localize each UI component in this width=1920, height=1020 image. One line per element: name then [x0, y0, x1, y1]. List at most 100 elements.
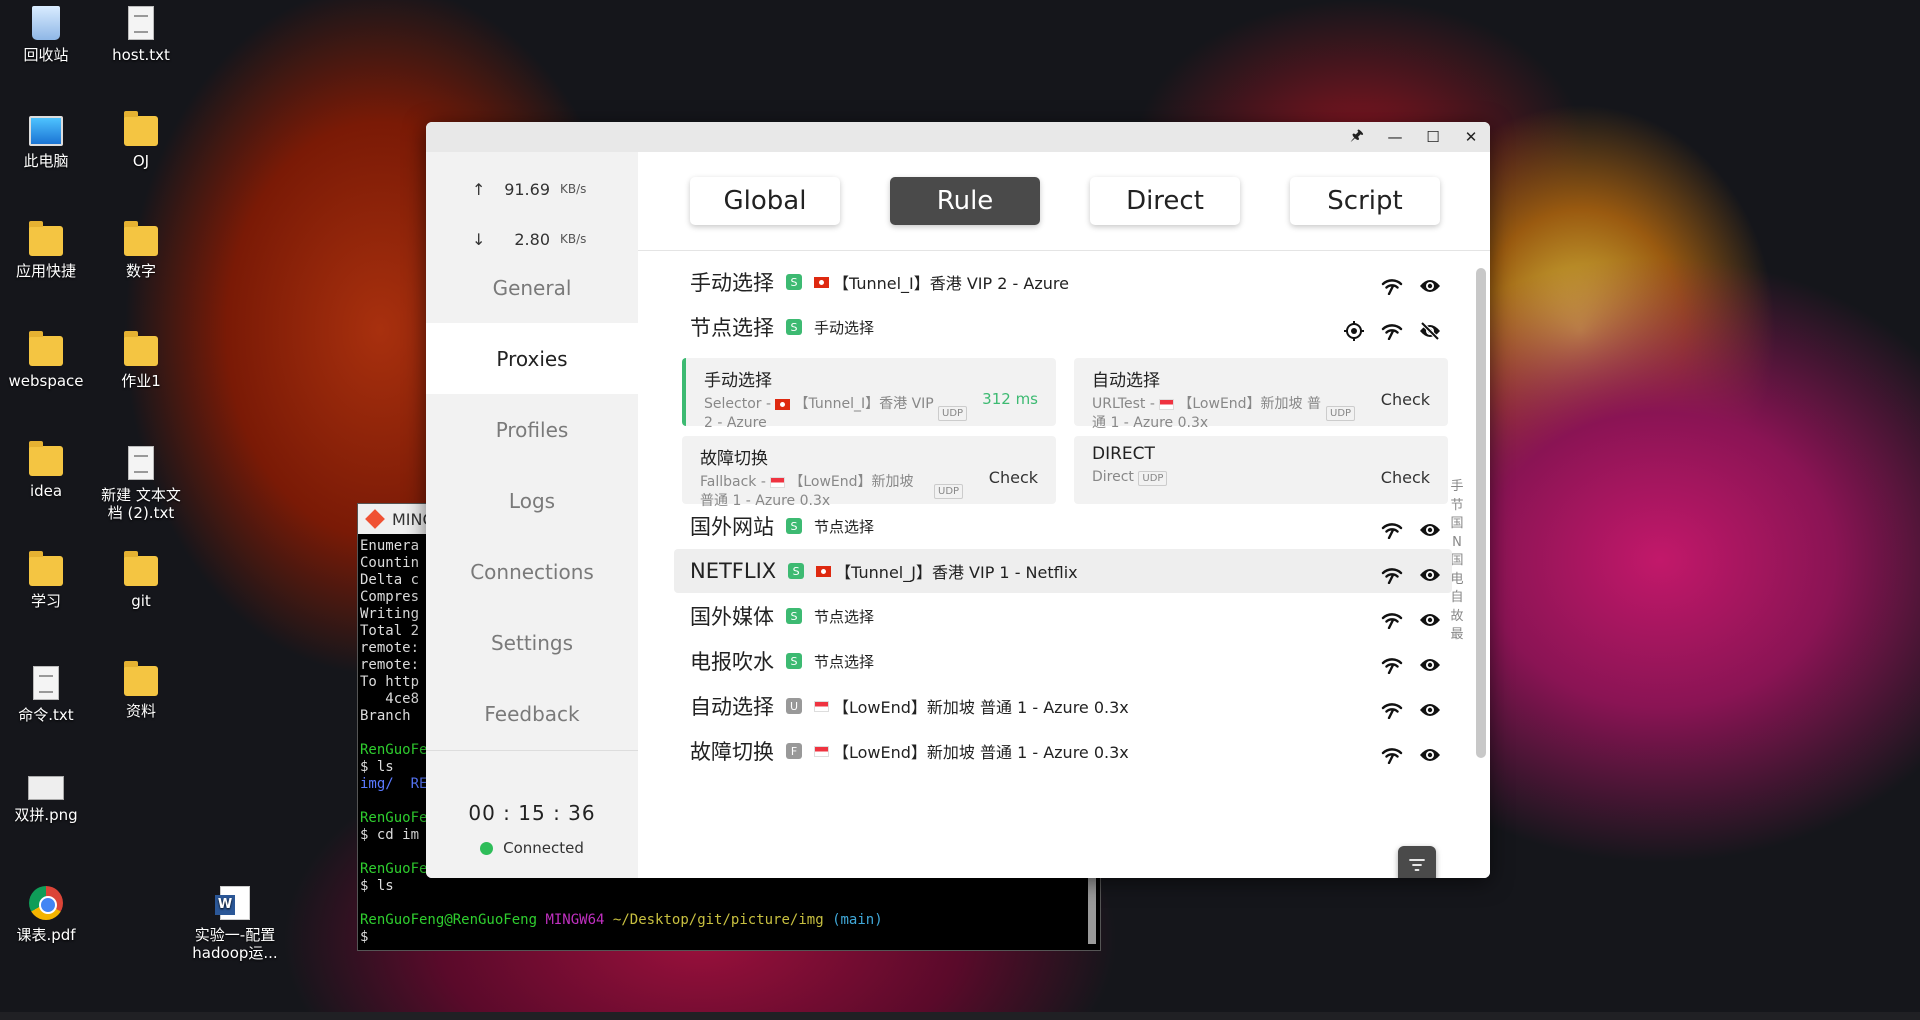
desktop-icon-label: 课表.pdf — [16, 926, 76, 944]
group-index-letter[interactable]: N — [1450, 534, 1464, 553]
group-index-letter[interactable]: 电 — [1450, 571, 1464, 590]
desktop-icon-label: 应用快捷 — [15, 262, 76, 280]
nav-item-settings[interactable]: Settings — [426, 607, 638, 678]
nav-menu: General Proxies Profiles Logs Connections Set… — [426, 252, 638, 749]
nav-item-profiles[interactable]: Profiles — [426, 394, 638, 465]
nav-item-connections[interactable]: Connections — [426, 536, 638, 607]
desktop-icon[interactable]: 作业1 — [96, 331, 186, 390]
proxy-node-card[interactable]: 故障切换 Fallback - 【LowEnd】新加坡 普通 1 - Azure … — [682, 436, 1056, 509]
group-index-letter[interactable]: 国 — [1450, 515, 1464, 534]
nav-item-feedback[interactable]: Feedback — [426, 678, 638, 749]
eye-icon[interactable] — [1418, 698, 1442, 722]
check-button[interactable]: Check — [1381, 468, 1430, 487]
group-type-badge: F — [786, 743, 802, 759]
eye-icon[interactable] — [1418, 518, 1442, 542]
proxy-node-card[interactable]: 手动选择 Selector - 【Tunnel_I】香港 VIP 2 - Azur… — [682, 358, 1056, 431]
nav-item-logs[interactable]: Logs — [426, 465, 638, 536]
eye-icon[interactable] — [1418, 563, 1442, 587]
eye-icon[interactable] — [1418, 608, 1442, 632]
hong-kong-flag-icon — [775, 398, 791, 410]
check-button[interactable]: Check — [1381, 390, 1430, 409]
group-current-node: 节点选择 — [814, 607, 875, 626]
proxy-group-row[interactable]: 节点选择 S 手动选择 — [674, 305, 1452, 349]
proxy-node-card[interactable]: 自动选择 URLTest - 【LowEnd】新加坡 普通 1 - Azure 0… — [1074, 358, 1448, 431]
proxy-group-row[interactable]: 故障切换 F 【LowEnd】新加坡 普通 1 - Azure 0.3x — [674, 729, 1452, 773]
mode-rule-button[interactable]: Rule — [890, 177, 1040, 225]
proxy-group-row[interactable]: NETFLIX S 【Tunnel_J】香港 VIP 1 - Netflix — [674, 549, 1452, 593]
card-node-type: Fallback - — [700, 474, 766, 490]
upload-unit: KB/s — [560, 182, 587, 196]
desktop-icon[interactable]: 回收站 — [1, 6, 91, 64]
eye-icon[interactable] — [1418, 743, 1442, 767]
pin-icon[interactable]: 🖈 — [1338, 122, 1376, 152]
proxy-group-row[interactable]: 国外网站 S 节点选择 — [674, 504, 1452, 548]
desktop-icon[interactable]: 资料 — [96, 661, 186, 720]
group-index-letter[interactable]: 最 — [1450, 626, 1464, 645]
desktop-icon[interactable]: git — [96, 551, 186, 610]
download-arrow-icon: ↓ — [472, 229, 486, 249]
locate-icon[interactable] — [1342, 319, 1366, 343]
group-type-badge: S — [786, 319, 802, 335]
desktop-icon[interactable]: 新建 文本文档 (2).txt — [96, 446, 186, 522]
desktop-icon[interactable]: 课表.pdf — [1, 886, 91, 944]
git-logo-icon — [365, 509, 385, 529]
group-index-letter[interactable]: 节 — [1450, 497, 1464, 516]
mode-direct-button[interactable]: Direct — [1090, 177, 1240, 225]
eye-off-icon[interactable] — [1418, 319, 1442, 343]
list-scrollbar[interactable] — [1476, 268, 1486, 758]
folder-icon — [124, 551, 158, 586]
proxy-group-row[interactable]: 国外媒体 S 节点选择 — [674, 594, 1452, 638]
proxy-group-list[interactable]: 手动选择 Selector - 【Tunnel_I】香港 VIP 2 - Azur… — [638, 252, 1490, 878]
wifi-icon[interactable] — [1380, 274, 1404, 298]
desktop-icon[interactable]: host.txt — [96, 6, 186, 64]
desktop-icon-label: 命令.txt — [18, 706, 74, 724]
window-titlebar[interactable]: 🖈 — ☐ ✕ — [426, 122, 1490, 152]
card-node-name: 手动选择 — [704, 371, 772, 391]
wifi-icon[interactable] — [1380, 518, 1404, 542]
desktop-icon[interactable]: 应用快捷 — [1, 221, 91, 280]
wifi-icon[interactable] — [1380, 698, 1404, 722]
desktop-icon[interactable]: 此电脑 — [1, 116, 91, 170]
group-index-letter[interactable]: 故 — [1450, 608, 1464, 627]
group-index-letter[interactable]: 国 — [1450, 552, 1464, 571]
group-index-letter[interactable]: 手 — [1450, 478, 1464, 497]
minimize-button[interactable]: — — [1376, 122, 1414, 152]
wifi-icon[interactable] — [1380, 743, 1404, 767]
proxy-node-card[interactable]: DIRECT Direct UDP Check — [1074, 436, 1448, 504]
recycle-icon — [32, 6, 60, 40]
desktop-icon[interactable]: 命令.txt — [1, 666, 91, 724]
connection-status: Connected — [426, 839, 638, 857]
wifi-icon[interactable] — [1380, 563, 1404, 587]
proxy-group-row[interactable]: 自动选择 U 【LowEnd】新加坡 普通 1 - Azure 0.3x — [674, 684, 1452, 728]
eye-icon[interactable] — [1418, 274, 1442, 298]
desktop-icon[interactable]: 数字 — [96, 221, 186, 280]
wifi-icon[interactable] — [1380, 319, 1404, 343]
group-name: NETFLIX — [690, 559, 777, 583]
wifi-icon[interactable] — [1380, 608, 1404, 632]
group-index-letter[interactable]: 自 — [1450, 589, 1464, 608]
mode-global-button[interactable]: Global — [690, 177, 840, 225]
desktop-icon-label: 新建 文本文档 (2).txt — [101, 486, 181, 522]
group-current-node: 【Tunnel_I】香港 VIP 2 - Azure — [833, 274, 1069, 293]
desktop-icon[interactable]: 实验一-配置hadoop运... — [190, 886, 280, 962]
nav-item-proxies[interactable]: Proxies — [426, 323, 638, 394]
group-index-bar[interactable]: 手节国N国电自故最 — [1450, 478, 1464, 645]
close-button[interactable]: ✕ — [1452, 122, 1490, 152]
check-button[interactable]: Check — [989, 468, 1038, 487]
filter-button[interactable] — [1398, 846, 1436, 878]
nav-item-general[interactable]: General — [426, 252, 638, 323]
desktop-icon[interactable]: webspace — [1, 331, 91, 390]
proxy-group-row[interactable]: 电报吹水 S 节点选择 — [674, 639, 1452, 683]
eye-icon[interactable] — [1418, 653, 1442, 677]
group-current-node: 【LowEnd】新加坡 普通 1 - Azure 0.3x — [833, 743, 1129, 762]
proxy-group-row[interactable]: 手动选择 S 【Tunnel_I】香港 VIP 2 - Azure — [674, 260, 1452, 304]
wifi-icon[interactable] — [1380, 653, 1404, 677]
maximize-button[interactable]: ☐ — [1414, 122, 1452, 152]
mode-script-button[interactable]: Script — [1290, 177, 1440, 225]
desktop-icon[interactable]: idea — [1, 441, 91, 500]
desktop-icon[interactable]: OJ — [96, 111, 186, 170]
desktop-icon[interactable]: 双拼.png — [1, 776, 91, 824]
desktop-icon[interactable]: 学习 — [1, 551, 91, 610]
status-dot-icon — [480, 841, 494, 855]
download-value: 2.80 — [514, 229, 550, 249]
